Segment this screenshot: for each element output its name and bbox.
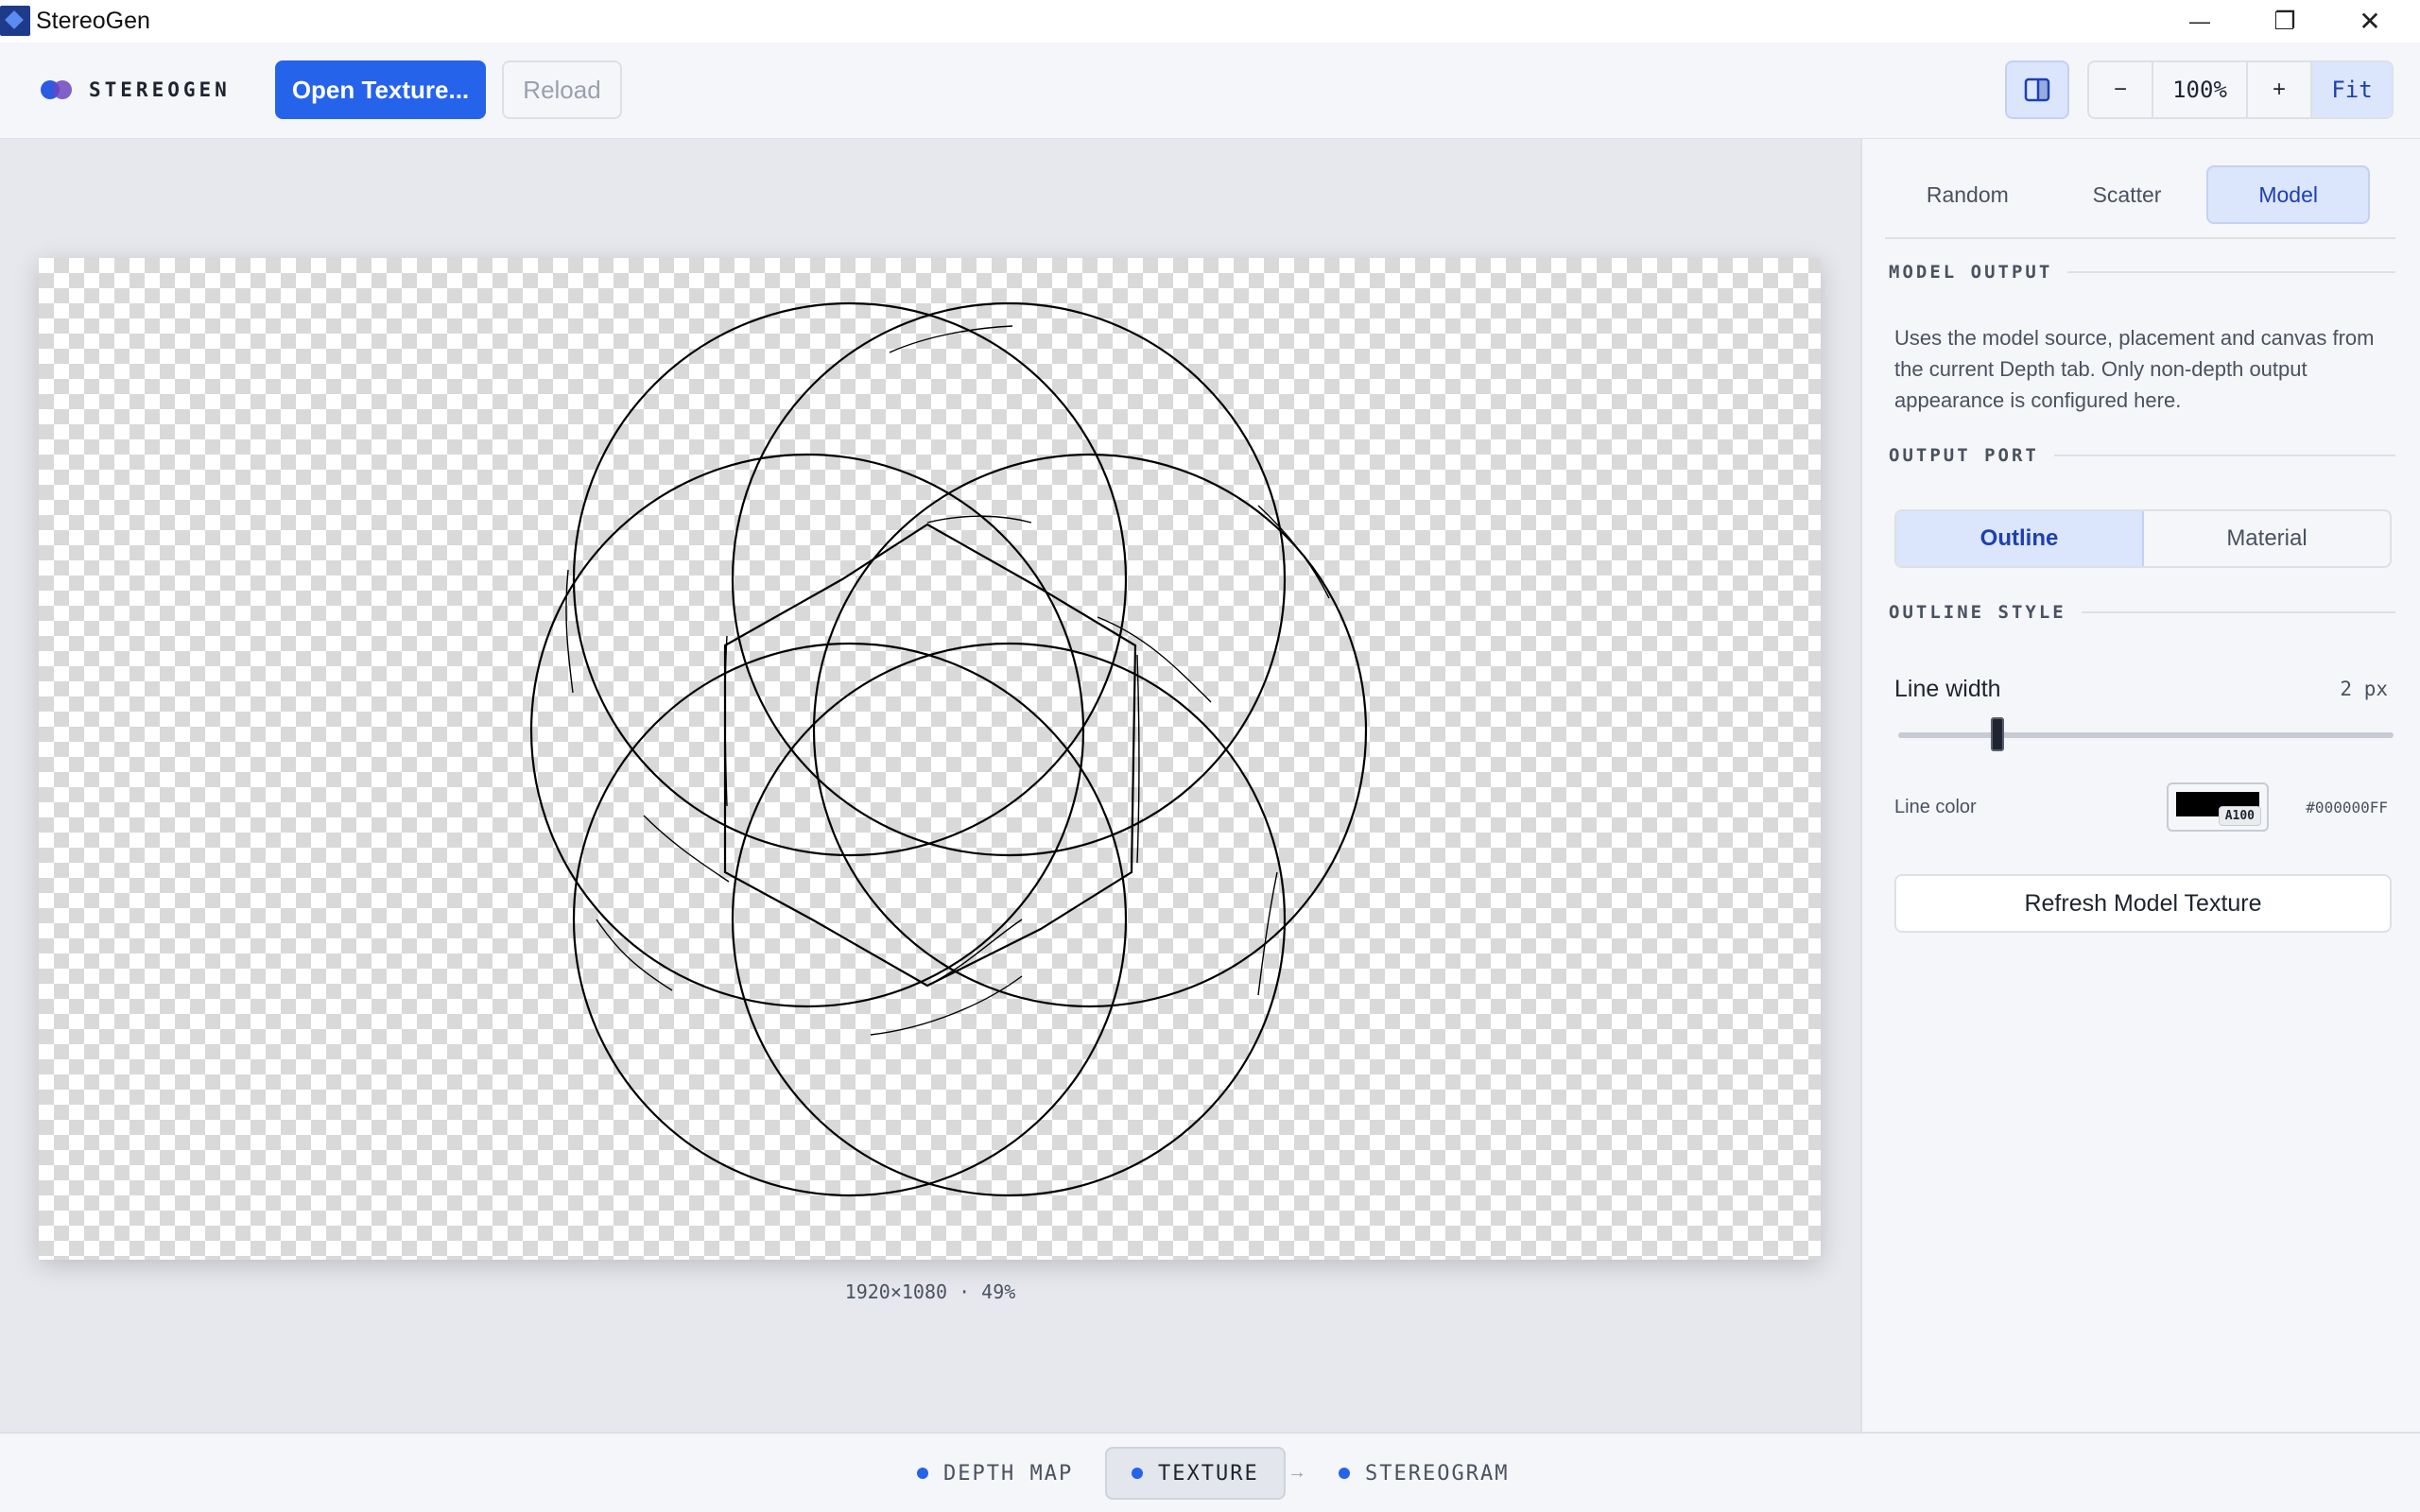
mode-tabs: Random Scatter Model xyxy=(1888,165,2371,224)
output-port-selector: Outline Material xyxy=(1894,509,2392,568)
tab-scatter[interactable]: Scatter xyxy=(2048,165,2207,224)
status-dot-icon xyxy=(1339,1468,1350,1479)
model-outline-drawing xyxy=(529,301,1368,1197)
status-dot-icon xyxy=(917,1468,928,1479)
refresh-model-texture-button[interactable]: Refresh Model Texture xyxy=(1894,874,2392,933)
minimize-button[interactable]: — xyxy=(2157,0,2242,43)
arrow-right-icon: → xyxy=(1288,1462,1306,1483)
pipeline-step-label: DEPTH MAP xyxy=(943,1461,1074,1486)
line-width-slider-thumb[interactable] xyxy=(1990,717,2004,751)
texture-preview[interactable] xyxy=(39,258,1821,1260)
zoom-out-button[interactable]: − xyxy=(2089,62,2153,117)
minimize-icon: — xyxy=(2189,9,2210,33)
title-bar: StereoGen — ❐ ✕ xyxy=(0,0,2420,43)
pipeline-step-label: STEREOGRAM xyxy=(1365,1461,1510,1486)
app-icon xyxy=(0,6,30,36)
line-width-value: 2 px xyxy=(2340,678,2388,700)
zoom-fit-button[interactable]: Fit xyxy=(2312,62,2392,117)
output-port-outline[interactable]: Outline xyxy=(1896,511,2144,566)
outline-style-heading: OUTLINE STYLE xyxy=(1889,602,2395,623)
output-port-heading: OUTPUT PORT xyxy=(1889,445,2395,466)
reload-button[interactable]: Reload xyxy=(502,60,622,119)
tab-random[interactable]: Random xyxy=(1888,165,2048,224)
tab-model[interactable]: Model xyxy=(2206,165,2371,224)
line-color-hex: #000000FF xyxy=(2306,799,2388,816)
brand-name: STEREOGEN xyxy=(89,78,231,101)
window-title: StereoGen xyxy=(36,8,150,34)
pipeline-step-texture[interactable]: TEXTURE xyxy=(1105,1447,1286,1500)
zoom-in-button[interactable]: + xyxy=(2248,62,2312,117)
line-width-slider[interactable] xyxy=(1898,732,2394,738)
side-panel-icon xyxy=(2024,77,2050,102)
line-color-swatch[interactable]: A100 xyxy=(2167,782,2269,832)
open-texture-button[interactable]: Open Texture... xyxy=(275,60,486,119)
maximize-button[interactable]: ❐ xyxy=(2242,0,2327,43)
zoom-level: 100% xyxy=(2153,62,2248,117)
restore-icon: ❐ xyxy=(2273,7,2296,35)
brand-logo-icon xyxy=(41,80,73,99)
alpha-badge: A100 xyxy=(2218,806,2261,826)
toolbar: STEREOGEN Open Texture... Reload − 100% … xyxy=(0,43,2420,139)
tabs-divider xyxy=(1885,237,2395,239)
zoom-controls: − 100% + Fit xyxy=(2087,60,2394,119)
model-output-heading: MODEL OUTPUT xyxy=(1889,262,2395,283)
pipeline-step-stereogram[interactable]: STEREOGRAM xyxy=(1314,1447,1533,1500)
section-title: OUTPUT PORT xyxy=(1889,445,2039,466)
line-color-label: Line color xyxy=(1894,797,1977,817)
model-output-description: Uses the model source, placement and can… xyxy=(1894,326,2375,412)
line-width-label: Line width xyxy=(1894,676,2001,702)
canvas-area[interactable]: 1920×1080 · 49% xyxy=(0,139,1860,1432)
pipeline-bar: DEPTH MAP TEXTURE → STEREOGRAM xyxy=(0,1432,2420,1512)
close-button[interactable]: ✕ xyxy=(2327,0,2412,43)
section-title: OUTLINE STYLE xyxy=(1889,602,2066,623)
status-dot-icon xyxy=(1132,1468,1143,1479)
output-port-material[interactable]: Material xyxy=(2144,511,2390,566)
section-title: MODEL OUTPUT xyxy=(1889,262,2053,283)
pipeline-step-label: TEXTURE xyxy=(1158,1461,1259,1486)
close-icon: ✕ xyxy=(2359,7,2381,36)
side-panel: Random Scatter Model MODEL OUTPUT Uses t… xyxy=(1860,139,2420,1432)
pipeline-step-depth-map[interactable]: DEPTH MAP xyxy=(892,1447,1098,1500)
canvas-size-caption: 1920×1080 · 49% xyxy=(844,1280,1016,1303)
side-panel-toggle-button[interactable] xyxy=(2005,60,2069,119)
